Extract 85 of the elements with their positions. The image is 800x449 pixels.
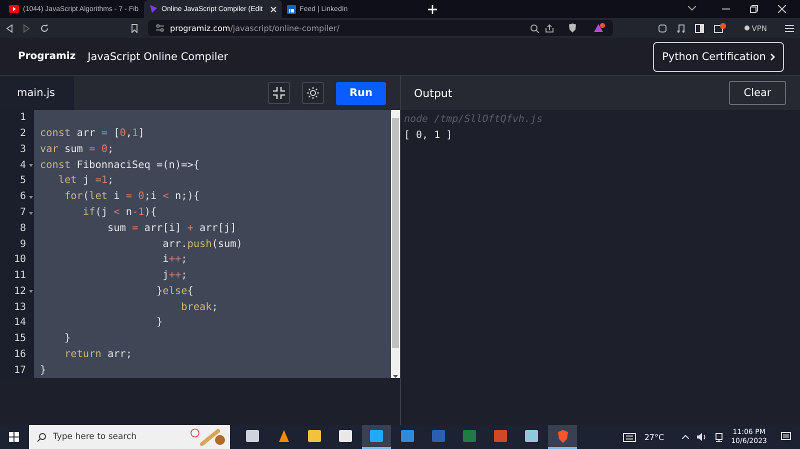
run-button[interactable]: Run (336, 82, 386, 104)
network-icon (286, 4, 296, 14)
line-number: 1 (18, 111, 27, 126)
video-icon (9, 5, 19, 13)
weather-text[interactable]: 27°C (644, 432, 664, 442)
reload-icon[interactable] (40, 24, 49, 32)
back-icon[interactable] (6, 24, 13, 32)
fold-icon[interactable] (29, 164, 33, 168)
code-line: for(let i = 0;i < n;){ (64, 191, 200, 202)
line-number: 7 (0, 204, 34, 220)
chevron-up-icon[interactable] (682, 435, 690, 439)
code-line: }else{ (156, 286, 194, 297)
line-number: 3 (18, 142, 27, 157)
line-number: 9 (18, 238, 27, 252)
line-number: 4 (0, 157, 34, 174)
sun-icon (307, 87, 319, 99)
lion-shield-icon[interactable] (556, 430, 568, 442)
line-number: 12 (0, 283, 34, 300)
line-number: 5 (18, 174, 27, 188)
logo-icon (148, 4, 158, 14)
programiz-logo[interactable]: Programiz (18, 51, 76, 62)
search-icon (37, 432, 46, 442)
chevron-right-icon (770, 52, 775, 60)
code-line: return arr; (64, 348, 132, 360)
line-number: 15 (12, 332, 27, 346)
share-icon[interactable] (545, 24, 554, 32)
code-line: } (64, 333, 71, 344)
code-line: break; (180, 302, 218, 313)
code-line: const arr = [0,1] (40, 128, 144, 140)
output-title: Output (414, 86, 454, 100)
output-line: [ 0, 1 ] (404, 129, 454, 143)
close-icon[interactable] (778, 5, 786, 13)
theme-button[interactable] (302, 82, 324, 104)
shield-icon[interactable] (568, 23, 577, 33)
zoom-icon[interactable] (530, 24, 539, 32)
bookmark-icon[interactable] (131, 24, 138, 32)
code-line: } (40, 364, 46, 376)
code-line: const FibonnaciSeq =(n)=>{ (40, 160, 200, 171)
restore-icon[interactable] (750, 5, 758, 13)
address-field[interactable]: programiz.com/javascript/online-compiler/ (148, 20, 613, 36)
collapse-button[interactable] (268, 82, 290, 104)
file-tab[interactable]: main.js (0, 76, 74, 110)
line-number: 14 (12, 316, 27, 330)
line-number: 11 (12, 269, 27, 284)
line-number: 10 (12, 253, 27, 268)
speaker-icon[interactable] (697, 433, 708, 441)
code-line: if(j < n-1){ (82, 206, 157, 218)
cone-icon[interactable] (278, 430, 290, 442)
triangle-icon[interactable] (593, 23, 605, 33)
menu-icon[interactable] (785, 24, 794, 32)
scrollbar[interactable] (391, 110, 400, 378)
line-number: 13 (12, 300, 27, 315)
scroll-down-icon[interactable] (393, 375, 398, 378)
page-title: JavaScript Online Compiler (88, 50, 230, 62)
line-number: 6 (0, 188, 34, 205)
minimize-icon[interactable] (722, 8, 730, 10)
line-number: 8 (18, 222, 27, 236)
new-tab-icon[interactable] (428, 5, 437, 14)
line-number: 2 (18, 127, 27, 142)
baseball-bat-drawing (190, 428, 226, 446)
line-number: 17 (12, 364, 27, 378)
line-number: 16 (12, 348, 27, 362)
command-line: node /tmp/SllOftQfvh.js (404, 113, 544, 127)
clear-button[interactable]: Clear (729, 81, 786, 105)
start-icon[interactable] (9, 432, 19, 442)
code-line: var sum = 0; (40, 144, 114, 155)
close-icon[interactable] (270, 6, 277, 12)
code-editor[interactable] (0, 110, 392, 378)
collapse-icon (273, 87, 285, 99)
fold-icon[interactable] (29, 212, 33, 215)
site-settings-icon[interactable] (156, 24, 164, 32)
fold-icon[interactable] (29, 196, 33, 199)
certification-button[interactable]: Python Certification (653, 42, 784, 72)
code-line: let j =1; (57, 175, 114, 186)
code-line: i++; (162, 254, 188, 266)
code-line: j++; (162, 270, 188, 282)
search-field[interactable]: Type here to search (29, 425, 230, 449)
fold-icon[interactable] (29, 290, 33, 294)
code-line: } (156, 317, 163, 328)
music-icon[interactable] (676, 24, 685, 32)
chevron-down-icon[interactable] (688, 6, 696, 11)
code-line: arr.push(sum) (162, 238, 242, 250)
forward-icon[interactable] (23, 24, 30, 32)
sidebar-icon[interactable] (694, 24, 704, 32)
code-line: sum = arr[i] + arr[j] (106, 222, 236, 234)
